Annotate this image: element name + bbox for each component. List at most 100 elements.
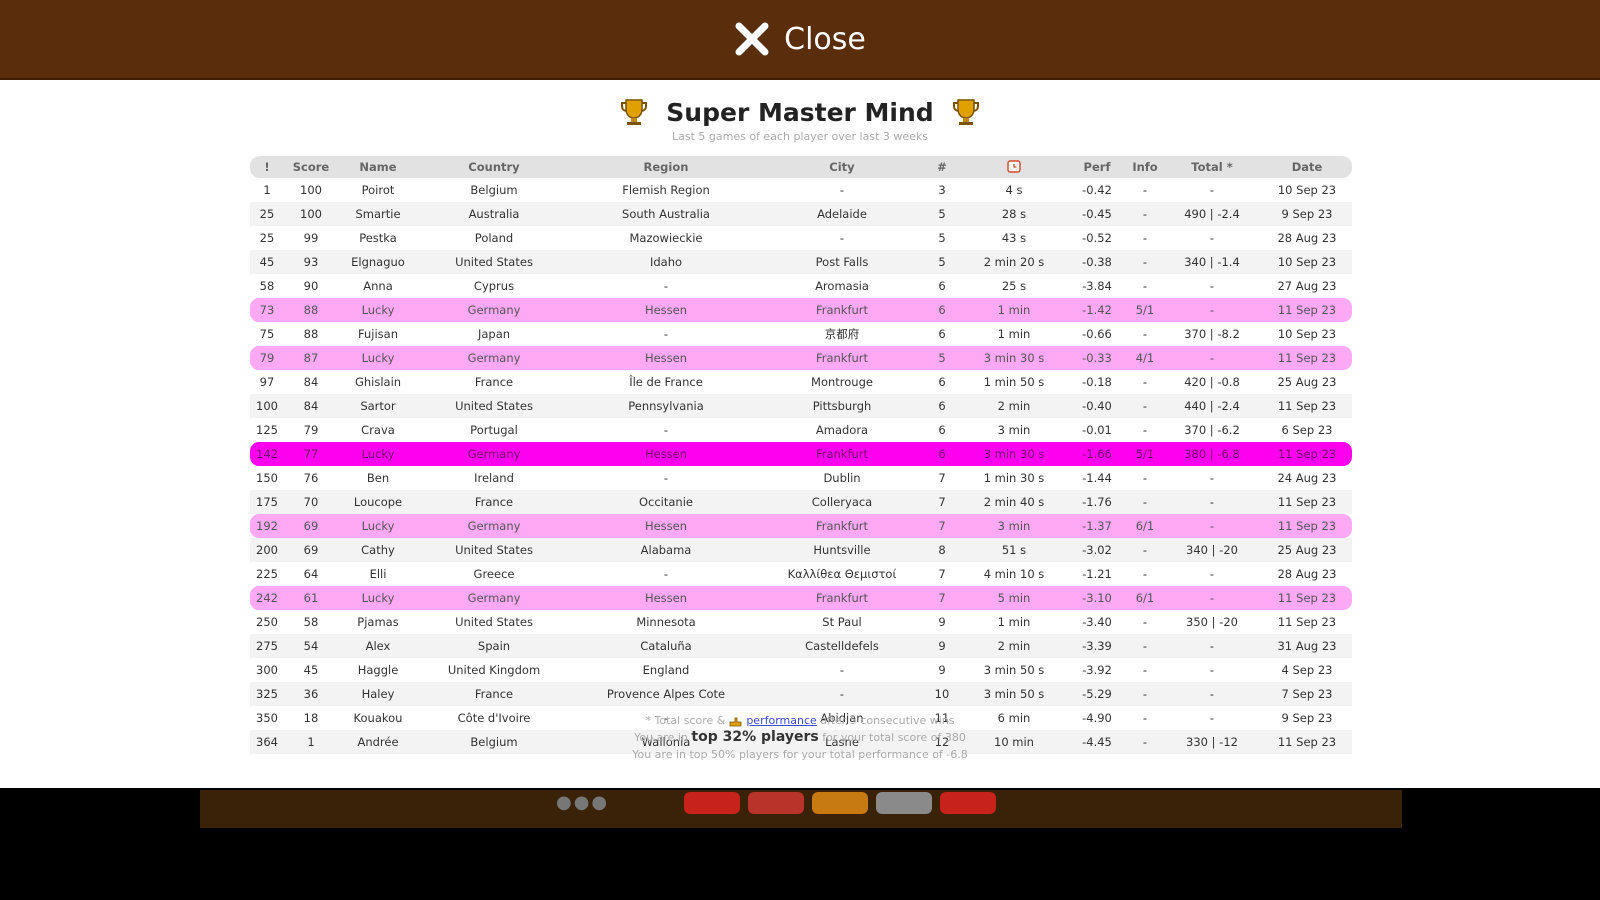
cell-score: 70 [284, 490, 338, 514]
cell-region: Pennsylvania [570, 394, 762, 418]
cell-date: 28 Aug 23 [1262, 226, 1352, 250]
table-row[interactable]: 1 100 Poirot Belgium Flemish Region -3 4 s -0.4… [250, 178, 1352, 202]
table-row[interactable]: 325 36 Haley France Provence Alpes Cote -10 3 … [250, 682, 1352, 706]
cell-score: 100 [284, 178, 338, 202]
cell-score: 79 [284, 418, 338, 442]
table-row[interactable]: 275 54 Alex Spain Cataluña Castelldefels 9 2 mi… [250, 634, 1352, 658]
cell-name: Haley [338, 682, 418, 706]
table-row[interactable]: 45 93 Elgnaguo United States Idaho Post Falls… [250, 250, 1352, 274]
cell-rank: 225 [250, 562, 284, 586]
footer-line-1-suffix: after 5 consecutive wins [820, 714, 955, 727]
column-header-time[interactable] [962, 156, 1066, 178]
peg-orange-icon [812, 792, 868, 814]
table-row[interactable]: 242 61 Lucky Germany Hessen Frankfurt 7 5 min -3… [250, 586, 1352, 610]
column-header-country[interactable]: Country [418, 156, 570, 178]
top-rank-text: top 32% players [691, 729, 819, 745]
table-row[interactable]: 125 79 Crava Portugal - Amadora 6 3 min -0.01-37… [250, 418, 1352, 442]
table-row[interactable]: 250 58 Pjamas United States Minnesota St Paul… [250, 610, 1352, 634]
cell-count: 8 [922, 538, 962, 562]
cell-city: Frankfurt [762, 346, 922, 370]
cell-count: 6 [922, 442, 962, 466]
cell-perf: -3.40 [1066, 610, 1128, 634]
column-header-info[interactable]: Info [1128, 156, 1162, 178]
column-header-date[interactable]: Date [1262, 156, 1352, 178]
table-row[interactable]: 225 64 Elli Greece - Καλλίθεα Θεμιστοί 7 4 min … [250, 562, 1352, 586]
table-row[interactable]: 150 76 Ben Ireland - Dublin 7 1 min 30 s -1.44- -… [250, 466, 1352, 490]
cell-score: 77 [284, 442, 338, 466]
cell-date: 24 Aug 23 [1262, 466, 1352, 490]
cell-region: Idaho [570, 250, 762, 274]
table-header-row: ! Score Name Country Region City # Perf … [250, 156, 1352, 178]
cell-region: - [570, 418, 762, 442]
column-header-perf[interactable]: Perf [1066, 156, 1128, 178]
cell-perf: -1.44 [1066, 466, 1128, 490]
leaderboard-panel: Super Master Mind Last 5 games of each p… [0, 80, 1600, 788]
table-row[interactable]: 58 90 Anna Cyprus - Aromasia 6 25 s -3.84- -27 Au… [250, 274, 1352, 298]
table-row[interactable]: 79 87 Lucky Germany Hessen Frankfurt 5 3 min 30… [250, 346, 1352, 370]
cell-rank: 1 [250, 178, 284, 202]
table-row[interactable]: 25 100 Smartie Australia South Australia Adel… [250, 202, 1352, 226]
table-row[interactable]: 100 84 Sartor United States Pennsylvania Pitt… [250, 394, 1352, 418]
cell-info: - [1128, 490, 1162, 514]
cell-country: Greece [418, 562, 570, 586]
table-row[interactable]: 175 70 Loucope France Occitanie Colleryaca 7 2 … [250, 490, 1352, 514]
table-row[interactable]: 73 88 Lucky Germany Hessen Frankfurt 6 1 min -1.… [250, 298, 1352, 322]
column-header-score[interactable]: Score [284, 156, 338, 178]
cell-time: 3 min 30 s [962, 442, 1066, 466]
subtitle: Last 5 games of each player over last 3 … [671, 130, 929, 143]
cell-city: Montrouge [762, 370, 922, 394]
cell-total: - [1162, 682, 1262, 706]
table-row[interactable]: 192 69 Lucky Germany Hessen Frankfurt 7 3 min -1… [250, 514, 1352, 538]
cell-date: 11 Sep 23 [1262, 610, 1352, 634]
cell-count: 6 [922, 394, 962, 418]
column-header-total[interactable]: Total * [1162, 156, 1262, 178]
cell-perf: -1.76 [1066, 490, 1128, 514]
cell-country: Poland [418, 226, 570, 250]
cell-score: 64 [284, 562, 338, 586]
column-header-city[interactable]: City [762, 156, 922, 178]
cell-total: - [1162, 514, 1262, 538]
cell-count: 5 [922, 226, 962, 250]
game-board-background: ●●● [200, 790, 1402, 828]
table-row[interactable]: 142 77 Lucky Germany Hessen Frankfurt 6 3 min 3… [250, 442, 1352, 466]
cell-rank: 142 [250, 442, 284, 466]
cell-info: - [1128, 634, 1162, 658]
table-row[interactable]: 75 88 Fujisan Japan - 京都府 6 1 min -0.66-370 | -8… [250, 322, 1352, 346]
cell-count: 5 [922, 250, 962, 274]
cell-info: - [1128, 226, 1162, 250]
cell-count: 7 [922, 490, 962, 514]
cell-country: United States [418, 610, 570, 634]
table-row[interactable]: 300 45 Haggle United Kingdom England -9 3 min … [250, 658, 1352, 682]
cell-date: 11 Sep 23 [1262, 442, 1352, 466]
cell-name: Lucky [338, 442, 418, 466]
cell-perf: -3.10 [1066, 586, 1128, 610]
column-header-rank[interactable]: ! [250, 156, 284, 178]
cell-perf: -0.33 [1066, 346, 1128, 370]
cell-region: Alabama [570, 538, 762, 562]
cell-score: 61 [284, 586, 338, 610]
cell-total: - [1162, 346, 1262, 370]
cell-total: 440 | -2.4 [1162, 394, 1262, 418]
cell-country: Portugal [418, 418, 570, 442]
cell-city: - [762, 226, 922, 250]
table-row[interactable]: 200 69 Cathy United States Alabama Huntsville… [250, 538, 1352, 562]
cell-score: 87 [284, 346, 338, 370]
cell-total: 490 | -2.4 [1162, 202, 1262, 226]
close-button[interactable]: Close [734, 21, 866, 57]
column-header-name[interactable]: Name [338, 156, 418, 178]
cell-region: Cataluña [570, 634, 762, 658]
cell-time: 1 min [962, 298, 1066, 322]
cell-total: - [1162, 298, 1262, 322]
cell-rank: 300 [250, 658, 284, 682]
cell-perf: -1.42 [1066, 298, 1128, 322]
column-header-count[interactable]: # [922, 156, 962, 178]
cell-total: - [1162, 586, 1262, 610]
table-row[interactable]: 25 99 Pestka Poland Mazowieckie -5 43 s -0.52- -… [250, 226, 1352, 250]
performance-link[interactable]: performance [746, 714, 816, 727]
cell-city: Καλλίθεα Θεμιστοί [762, 562, 922, 586]
cell-info: - [1128, 202, 1162, 226]
cell-info: 6/1 [1128, 514, 1162, 538]
column-header-region[interactable]: Region [570, 156, 762, 178]
table-row[interactable]: 97 84 Ghislain France Île de France Montrouge… [250, 370, 1352, 394]
cell-date: 6 Sep 23 [1262, 418, 1352, 442]
